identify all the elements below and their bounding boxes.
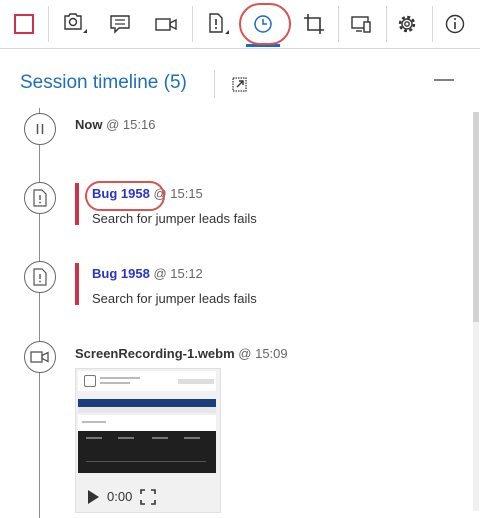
add-note-button[interactable] xyxy=(100,4,140,44)
toolbar-divider xyxy=(192,6,193,42)
video-thumbnail[interactable]: 0:00 xyxy=(75,368,221,513)
timeline-button[interactable] xyxy=(243,4,283,44)
bug-page-icon xyxy=(33,189,47,207)
note-icon xyxy=(110,15,130,34)
connections-button[interactable] xyxy=(341,4,381,44)
thumbnail-text-line xyxy=(118,437,134,439)
thumbnail-footer xyxy=(78,431,216,473)
video-camera-icon xyxy=(155,18,177,31)
timeline-entry-bug: Bug 1958 @ 15:15 xyxy=(92,186,203,201)
thumbnail-logo-icon xyxy=(84,375,96,387)
info-button[interactable] xyxy=(435,4,475,44)
entry-time: @ 15:16 xyxy=(106,117,156,132)
toolbar-divider xyxy=(48,6,49,42)
entry-time: @ 15:15 xyxy=(153,186,203,201)
create-bug-button[interactable] xyxy=(196,4,236,44)
crop-rotate-icon xyxy=(304,14,324,34)
monitor-icon xyxy=(351,16,371,33)
stop-recording-button[interactable] xyxy=(4,4,44,44)
pause-icon xyxy=(36,124,44,134)
thumbnail-nav-bar xyxy=(78,399,216,407)
thumbnail-search-box xyxy=(178,379,214,384)
bug-description: Search for jumper leads fails xyxy=(92,291,257,306)
header-divider xyxy=(214,70,215,98)
bug-indicator-bar xyxy=(75,183,79,225)
clock-icon xyxy=(254,15,272,33)
fullscreen-icon[interactable] xyxy=(140,488,157,505)
popout-icon xyxy=(232,77,247,92)
scrollbar[interactable] xyxy=(473,112,479,511)
bug-node xyxy=(24,261,56,293)
thumbnail-site-header xyxy=(78,371,216,391)
bug-indicator-bar xyxy=(75,263,79,305)
popout-button[interactable] xyxy=(229,74,251,96)
camera-icon xyxy=(64,13,87,33)
bug-page-icon xyxy=(209,13,229,34)
thumbnail-text-line xyxy=(184,437,200,439)
bug-link[interactable]: Bug 1958 xyxy=(92,266,150,281)
play-icon[interactable] xyxy=(88,489,99,504)
entry-label: Now xyxy=(75,117,103,132)
info-icon xyxy=(445,14,465,34)
minus-icon xyxy=(434,79,454,81)
entry-time: @ 15:12 xyxy=(153,266,203,281)
settings-button[interactable] xyxy=(387,4,427,44)
video-time: 0:00 xyxy=(107,489,133,504)
thumbnail-text-line xyxy=(100,377,140,379)
entry-time: @ 15:09 xyxy=(238,346,288,361)
minimize-button[interactable] xyxy=(432,72,456,88)
thumbnail-text-line xyxy=(86,437,102,439)
thumbnail-text-line xyxy=(86,461,206,462)
video-controls: 0:00 xyxy=(76,481,220,512)
thumbnail-body xyxy=(78,415,216,431)
thumbnail-text-line xyxy=(100,382,130,384)
video-node xyxy=(24,341,56,373)
timeline-entry-now: Now @ 15:16 xyxy=(75,117,155,132)
timeline-line xyxy=(39,108,40,518)
thumbnail-text-line xyxy=(152,437,168,439)
explore-button[interactable] xyxy=(294,4,334,44)
bug-page-icon xyxy=(33,268,47,286)
bug-description: Search for jumper leads fails xyxy=(92,211,257,226)
thumbnail-text-line xyxy=(82,421,106,423)
video-filename[interactable]: ScreenRecording-1.webm xyxy=(75,346,235,361)
stop-square-icon xyxy=(14,14,34,34)
scrollbar-thumb[interactable] xyxy=(473,112,479,322)
toolbar xyxy=(0,0,480,49)
bug-node xyxy=(24,182,56,214)
page-title: Session timeline (5) xyxy=(20,72,187,93)
bug-link[interactable]: Bug 1958 xyxy=(92,186,150,201)
thumbnail-subnav xyxy=(78,407,216,413)
capture-screenshot-button[interactable] xyxy=(54,4,94,44)
pause-node[interactable] xyxy=(24,113,56,145)
active-tab-indicator xyxy=(246,44,280,47)
toolbar-divider xyxy=(432,6,433,42)
video-camera-icon xyxy=(30,351,49,363)
gear-icon xyxy=(398,15,416,33)
toolbar-divider xyxy=(338,6,339,42)
record-video-button[interactable] xyxy=(146,4,186,44)
timeline-entry-bug: Bug 1958 @ 15:12 xyxy=(92,266,203,281)
timeline-entry-video: ScreenRecording-1.webm @ 15:09 xyxy=(75,346,288,361)
